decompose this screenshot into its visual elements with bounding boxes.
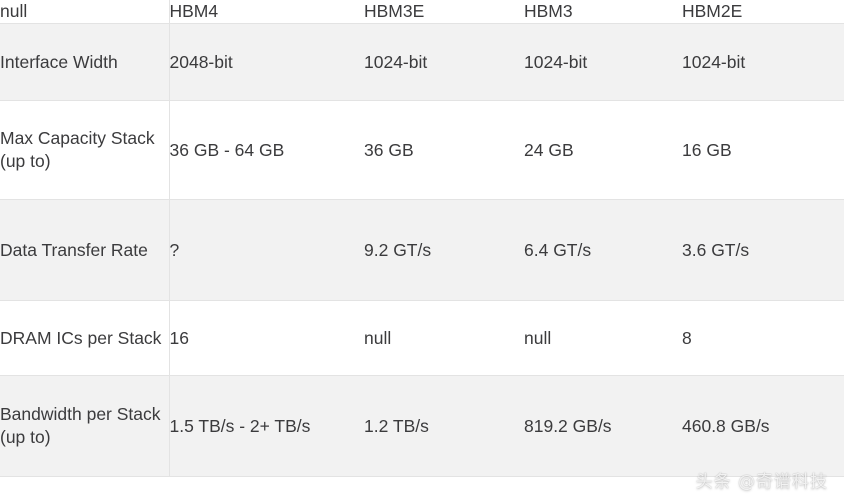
cell-data-transfer-hbm3: 6.4 GT/s <box>524 199 682 302</box>
cell-data-transfer-hbm3e: 9.2 GT/s <box>364 199 524 302</box>
cell-interface-width-hbm3e: 1024-bit <box>364 23 524 102</box>
cell-bandwidth-hbm2e: 460.8 GB/s <box>682 375 844 478</box>
cell-data-transfer-hbm4: ? <box>169 199 364 302</box>
cell-bandwidth-hbm4: 1.5 TB/s - 2+ TB/s <box>169 375 364 478</box>
cell-bandwidth-hbm3: 819.2 GB/s <box>524 375 682 478</box>
hbm-comparison-table: null HBM4 HBM3E HBM3 HBM2E Interface Wid… <box>0 0 844 478</box>
column-header-hbm4: HBM4 <box>169 0 364 25</box>
cell-dram-ics-hbm4: 16 <box>169 300 364 377</box>
table-row: Bandwidth per Stack (up to) 1.5 TB/s - 2… <box>0 375 844 478</box>
table-header-row: null HBM4 HBM3E HBM3 HBM2E <box>0 0 844 25</box>
column-header-hbm2e: HBM2E <box>682 0 844 25</box>
cell-bandwidth-hbm3e: 1.2 TB/s <box>364 375 524 478</box>
table-row: Max Capacity Stack (up to) 36 GB - 64 GB… <box>0 100 844 201</box>
row-label-dram-ics-per-stack: DRAM ICs per Stack <box>0 300 170 377</box>
cell-interface-width-hbm2e: 1024-bit <box>682 23 844 102</box>
row-label-interface-width: Interface Width <box>0 23 170 102</box>
cell-max-capacity-hbm3: 24 GB <box>524 100 682 201</box>
cell-dram-ics-hbm3e: null <box>364 300 524 377</box>
screenshot-root: null HBM4 HBM3E HBM3 HBM2E Interface Wid… <box>0 0 844 500</box>
cell-interface-width-hbm3: 1024-bit <box>524 23 682 102</box>
cell-data-transfer-hbm2e: 3.6 GT/s <box>682 199 844 302</box>
table-header: null HBM4 HBM3E HBM3 HBM2E <box>0 0 844 25</box>
table-row: DRAM ICs per Stack 16 null null 8 <box>0 300 844 377</box>
cell-max-capacity-hbm2e: 16 GB <box>682 100 844 201</box>
table-body: Interface Width 2048-bit 1024-bit 1024-b… <box>0 23 844 478</box>
cell-max-capacity-hbm3e: 36 GB <box>364 100 524 201</box>
column-header-label: null <box>0 0 170 25</box>
cell-max-capacity-hbm4: 36 GB - 64 GB <box>169 100 364 201</box>
row-label-max-capacity-stack: Max Capacity Stack (up to) <box>0 100 170 201</box>
column-header-hbm3e: HBM3E <box>364 0 524 25</box>
row-label-data-transfer-rate: Data Transfer Rate <box>0 199 170 302</box>
row-label-bandwidth-per-stack: Bandwidth per Stack (up to) <box>0 375 170 478</box>
cell-interface-width-hbm4: 2048-bit <box>169 23 364 102</box>
table-row: Data Transfer Rate ? 9.2 GT/s 6.4 GT/s 3… <box>0 199 844 302</box>
cell-dram-ics-hbm3: null <box>524 300 682 377</box>
column-header-hbm3: HBM3 <box>524 0 682 25</box>
cell-dram-ics-hbm2e: 8 <box>682 300 844 377</box>
table-row: Interface Width 2048-bit 1024-bit 1024-b… <box>0 23 844 102</box>
